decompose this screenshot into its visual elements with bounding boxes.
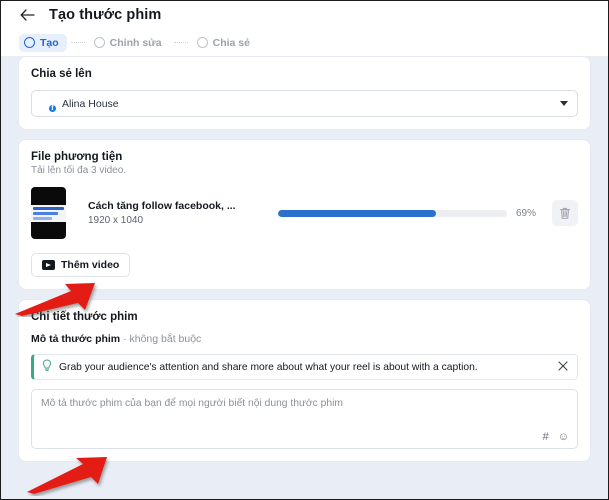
- description-textarea[interactable]: Mô tả thước phim của bạn để mọi người bi…: [31, 389, 578, 449]
- thumbnail-line: [33, 216, 52, 220]
- thumbnail-line: [33, 211, 58, 215]
- lightbulb-glyph: [42, 359, 52, 372]
- arrow-left-icon[interactable]: [19, 7, 35, 23]
- app-header: Tạo thước phim: [1, 1, 608, 29]
- progress-fill: [278, 209, 436, 217]
- share-target-label: Alina House: [62, 97, 119, 110]
- step-separator: [173, 42, 188, 43]
- media-title: File phương tiện: [31, 151, 123, 163]
- step-chinh-sua[interactable]: Chỉnh sửa: [89, 34, 170, 52]
- step-label: Chia sẻ: [212, 36, 250, 49]
- description-placeholder: Mô tả thước phim của bạn để mọi người bi…: [41, 398, 343, 409]
- add-video-label: Thêm video: [61, 259, 120, 271]
- caption-tip-text: Grab your audience's attention and share…: [59, 361, 478, 373]
- description-optional-text: · không bắt buộc: [123, 333, 202, 345]
- progress-track: [278, 209, 507, 217]
- step-chia-se[interactable]: Chia sẻ: [192, 34, 258, 52]
- emoji-icon[interactable]: ☺: [558, 432, 569, 443]
- form-scroll-area[interactable]: Chia sẻ lên f Alina House File phương ti…: [1, 56, 608, 499]
- share-to-card: Chia sẻ lên f Alina House: [18, 56, 591, 130]
- share-target-select[interactable]: f Alina House: [31, 90, 578, 117]
- chevron-down-icon: [560, 101, 568, 106]
- lightbulb-icon: [42, 359, 52, 375]
- media-card: File phương tiện Tải lên tối đa 3 video.…: [18, 139, 591, 290]
- step-circle-icon: [196, 37, 208, 48]
- arrow-left-glyph: [20, 9, 35, 21]
- trash-icon: [560, 207, 570, 219]
- thumbnail-line: [33, 206, 64, 210]
- media-file-name: Cách tăng follow facebook, ...: [88, 200, 236, 212]
- step-label: Chỉnh sửa: [109, 36, 162, 49]
- description-label-text: Mô tả thước phim: [31, 333, 121, 345]
- hashtag-icon[interactable]: #: [543, 432, 549, 443]
- video-icon: [42, 260, 55, 270]
- caption-tip-banner: Grab your audience's attention and share…: [31, 354, 578, 380]
- upload-progress: 69%: [278, 208, 542, 219]
- delete-media-button[interactable]: [552, 200, 578, 226]
- page-title: Tạo thước phim: [49, 7, 162, 23]
- step-separator: [70, 42, 85, 43]
- step-circle-icon: [93, 37, 105, 48]
- thumbnail-preview: [31, 204, 66, 222]
- close-glyph: [558, 360, 568, 371]
- wizard-stepper: Tạo Chỉnh sửa Chia sẻ: [1, 29, 608, 56]
- facebook-badge-icon: f: [48, 104, 57, 113]
- step-circle-icon: [24, 37, 35, 48]
- media-info: Cách tăng follow facebook, ... 1920 x 10…: [88, 200, 278, 226]
- add-video-button[interactable]: Thêm video: [31, 253, 131, 277]
- media-subtitle: Tải lên tối đa 3 video.: [31, 165, 127, 176]
- details-title: Chi tiết thước phim: [31, 311, 138, 323]
- description-label: Mô tả thước phim · không bắt buộc: [31, 333, 578, 345]
- textarea-tools: # ☺: [543, 432, 569, 443]
- step-label: Tạo: [40, 36, 59, 49]
- close-icon[interactable]: [558, 360, 568, 374]
- progress-percent-label: 69%: [516, 207, 537, 219]
- media-item-row: Cách tăng follow facebook, ... 1920 x 10…: [31, 187, 578, 239]
- video-thumbnail[interactable]: [31, 187, 66, 239]
- share-to-title: Chia sẻ lên: [31, 68, 92, 80]
- details-card: Chi tiết thước phim Mô tả thước phim · k…: [18, 299, 591, 462]
- step-tao[interactable]: Tạo: [19, 33, 67, 52]
- avatar: f: [40, 96, 57, 113]
- media-dimensions: 1920 x 1040: [88, 215, 144, 226]
